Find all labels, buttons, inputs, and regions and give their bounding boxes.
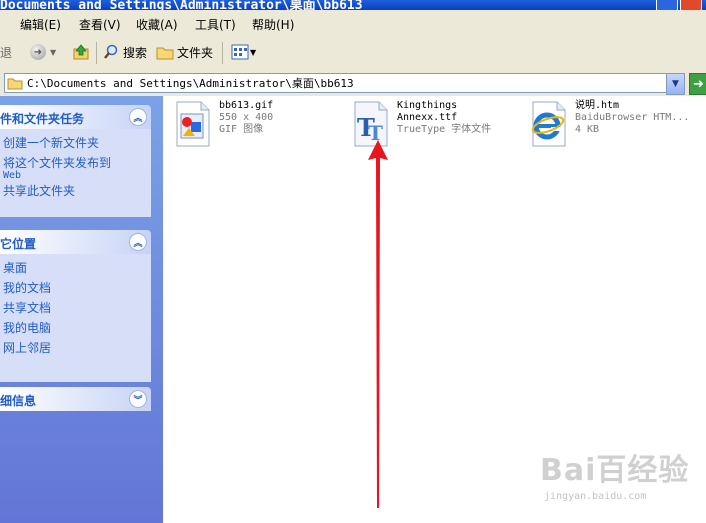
folders-label: 文件夹 bbox=[177, 45, 214, 60]
link-share-folder[interactable]: 共享此文件夹 bbox=[3, 181, 151, 201]
panel-title: 细信息 bbox=[0, 394, 37, 408]
file-item[interactable]: 说明.htm BaiduBrowser HTM... 4 KB bbox=[529, 100, 689, 148]
link-network-places[interactable]: 网上邻居 bbox=[3, 338, 151, 358]
file-folder-tasks-panel: 件和文件夹任务 ︽ 创建一个新文件夹 将这个文件夹发布到 Web 共享此文件夹 bbox=[0, 105, 151, 217]
file-item[interactable]: bb613.gif 550 x 400 GIF 图像 bbox=[173, 100, 273, 148]
forward-button[interactable]: ➜ ▼ bbox=[30, 42, 56, 62]
folder-icon bbox=[156, 47, 174, 60]
up-folder-button[interactable] bbox=[72, 42, 90, 62]
link-desktop[interactable]: 桌面 bbox=[3, 258, 151, 278]
menu-favorites[interactable]: 收藏(A) bbox=[136, 16, 178, 33]
chevron-down-icon[interactable]: ︾ bbox=[129, 390, 147, 408]
file-detail: BaiduBrowser HTM... bbox=[575, 112, 690, 123]
panel-header[interactable]: 细信息 ︾ bbox=[0, 387, 151, 411]
window-title: Documents and Settings\Administrator\桌面\… bbox=[0, 0, 363, 10]
file-type: TrueType 字体文件 bbox=[397, 124, 492, 135]
file-name-cont: Annexx.ttf bbox=[397, 112, 458, 123]
file-size: 4 KB bbox=[575, 124, 600, 135]
panel-body: 桌面 我的文档 共享文档 我的电脑 网上邻居 bbox=[0, 254, 151, 382]
panel-header[interactable]: 它位置 ︽ bbox=[0, 230, 151, 254]
back-button[interactable]: 退 bbox=[0, 42, 12, 62]
go-arrow-icon: ➜ bbox=[693, 76, 704, 92]
gif-image-icon bbox=[173, 100, 213, 148]
link-shared-documents[interactable]: 共享文档 bbox=[3, 298, 151, 318]
menu-tools[interactable]: 工具(T) bbox=[195, 16, 236, 33]
maximize-button[interactable] bbox=[656, 0, 678, 10]
other-places-panel: 它位置 ︽ 桌面 我的文档 共享文档 我的电脑 网上邻居 bbox=[0, 230, 151, 382]
toolbar: 退 ➜ ▼ 搜索 文件夹 ▼ bbox=[0, 36, 706, 71]
link-publish-web[interactable]: 将这个文件夹发布到 bbox=[3, 156, 151, 170]
address-bar: C:\Documents and Settings\Administrator\… bbox=[0, 70, 706, 96]
chevron-up-icon[interactable]: ︽ bbox=[129, 108, 147, 126]
views-button[interactable]: ▼ bbox=[231, 42, 256, 62]
search-button[interactable]: 搜索 bbox=[103, 42, 147, 62]
back-button-label: 退 bbox=[0, 45, 13, 60]
watermark-url: jingyan.baidu.com bbox=[544, 491, 647, 502]
close-button[interactable] bbox=[680, 0, 702, 10]
folder-icon bbox=[7, 78, 23, 90]
panel-title: 件和文件夹任务 bbox=[0, 112, 85, 126]
menu-bar: 编辑(E) 查看(V) 收藏(A) 工具(T) 帮助(H) bbox=[0, 10, 706, 37]
forward-arrow-icon: ➜ bbox=[30, 44, 46, 60]
address-path: C:\Documents and Settings\Administrator\… bbox=[27, 77, 354, 90]
views-dropdown-icon: ▼ bbox=[250, 47, 257, 57]
baidu-jingyan-watermark: Bai百经验 jingyan.baidu.com bbox=[540, 445, 700, 515]
file-detail: 550 x 400 bbox=[219, 112, 274, 123]
ie-html-icon bbox=[529, 100, 569, 148]
details-panel: 细信息 ︾ bbox=[0, 387, 151, 411]
link-new-folder[interactable]: 创建一个新文件夹 bbox=[3, 133, 151, 153]
menu-edit[interactable]: 编辑(E) bbox=[20, 16, 61, 33]
forward-dropdown-icon: ▼ bbox=[50, 47, 57, 57]
red-arrow-annotation bbox=[368, 140, 388, 508]
chevron-up-icon[interactable]: ︽ bbox=[129, 233, 147, 251]
file-type: GIF 图像 bbox=[219, 124, 264, 135]
address-dropdown-button[interactable]: ▼ bbox=[666, 73, 685, 95]
up-folder-icon bbox=[73, 44, 89, 60]
watermark-logo: Bai百经验 bbox=[540, 453, 690, 488]
go-button[interactable]: ➜ bbox=[689, 73, 706, 95]
panel-body: 创建一个新文件夹 将这个文件夹发布到 Web 共享此文件夹 bbox=[0, 129, 151, 217]
views-grid-icon bbox=[231, 44, 249, 60]
file-name: 说明.htm bbox=[575, 100, 620, 111]
link-my-documents[interactable]: 我的文档 bbox=[3, 278, 151, 298]
toolbar-separator bbox=[96, 42, 97, 64]
toolbar-separator bbox=[222, 42, 223, 64]
link-my-computer[interactable]: 我的电脑 bbox=[3, 318, 151, 338]
panel-title: 它位置 bbox=[0, 237, 37, 251]
file-name: bb613.gif bbox=[219, 100, 274, 111]
link-publish-web-suffix[interactable]: Web bbox=[3, 170, 151, 181]
menu-view[interactable]: 查看(V) bbox=[79, 16, 121, 33]
file-name: Kingthings bbox=[397, 100, 458, 111]
chevron-down-icon: ▼ bbox=[672, 79, 679, 89]
panel-header[interactable]: 件和文件夹任务 ︽ bbox=[0, 105, 151, 129]
search-label: 搜索 bbox=[123, 45, 148, 60]
menu-help[interactable]: 帮助(H) bbox=[252, 16, 294, 33]
folders-button[interactable]: 文件夹 bbox=[156, 42, 213, 62]
title-bar: Documents and Settings\Administrator\桌面\… bbox=[0, 0, 706, 10]
address-input[interactable]: C:\Documents and Settings\Administrator\… bbox=[4, 73, 668, 93]
search-icon bbox=[104, 44, 118, 59]
task-pane: 件和文件夹任务 ︽ 创建一个新文件夹 将这个文件夹发布到 Web 共享此文件夹 … bbox=[0, 96, 163, 523]
